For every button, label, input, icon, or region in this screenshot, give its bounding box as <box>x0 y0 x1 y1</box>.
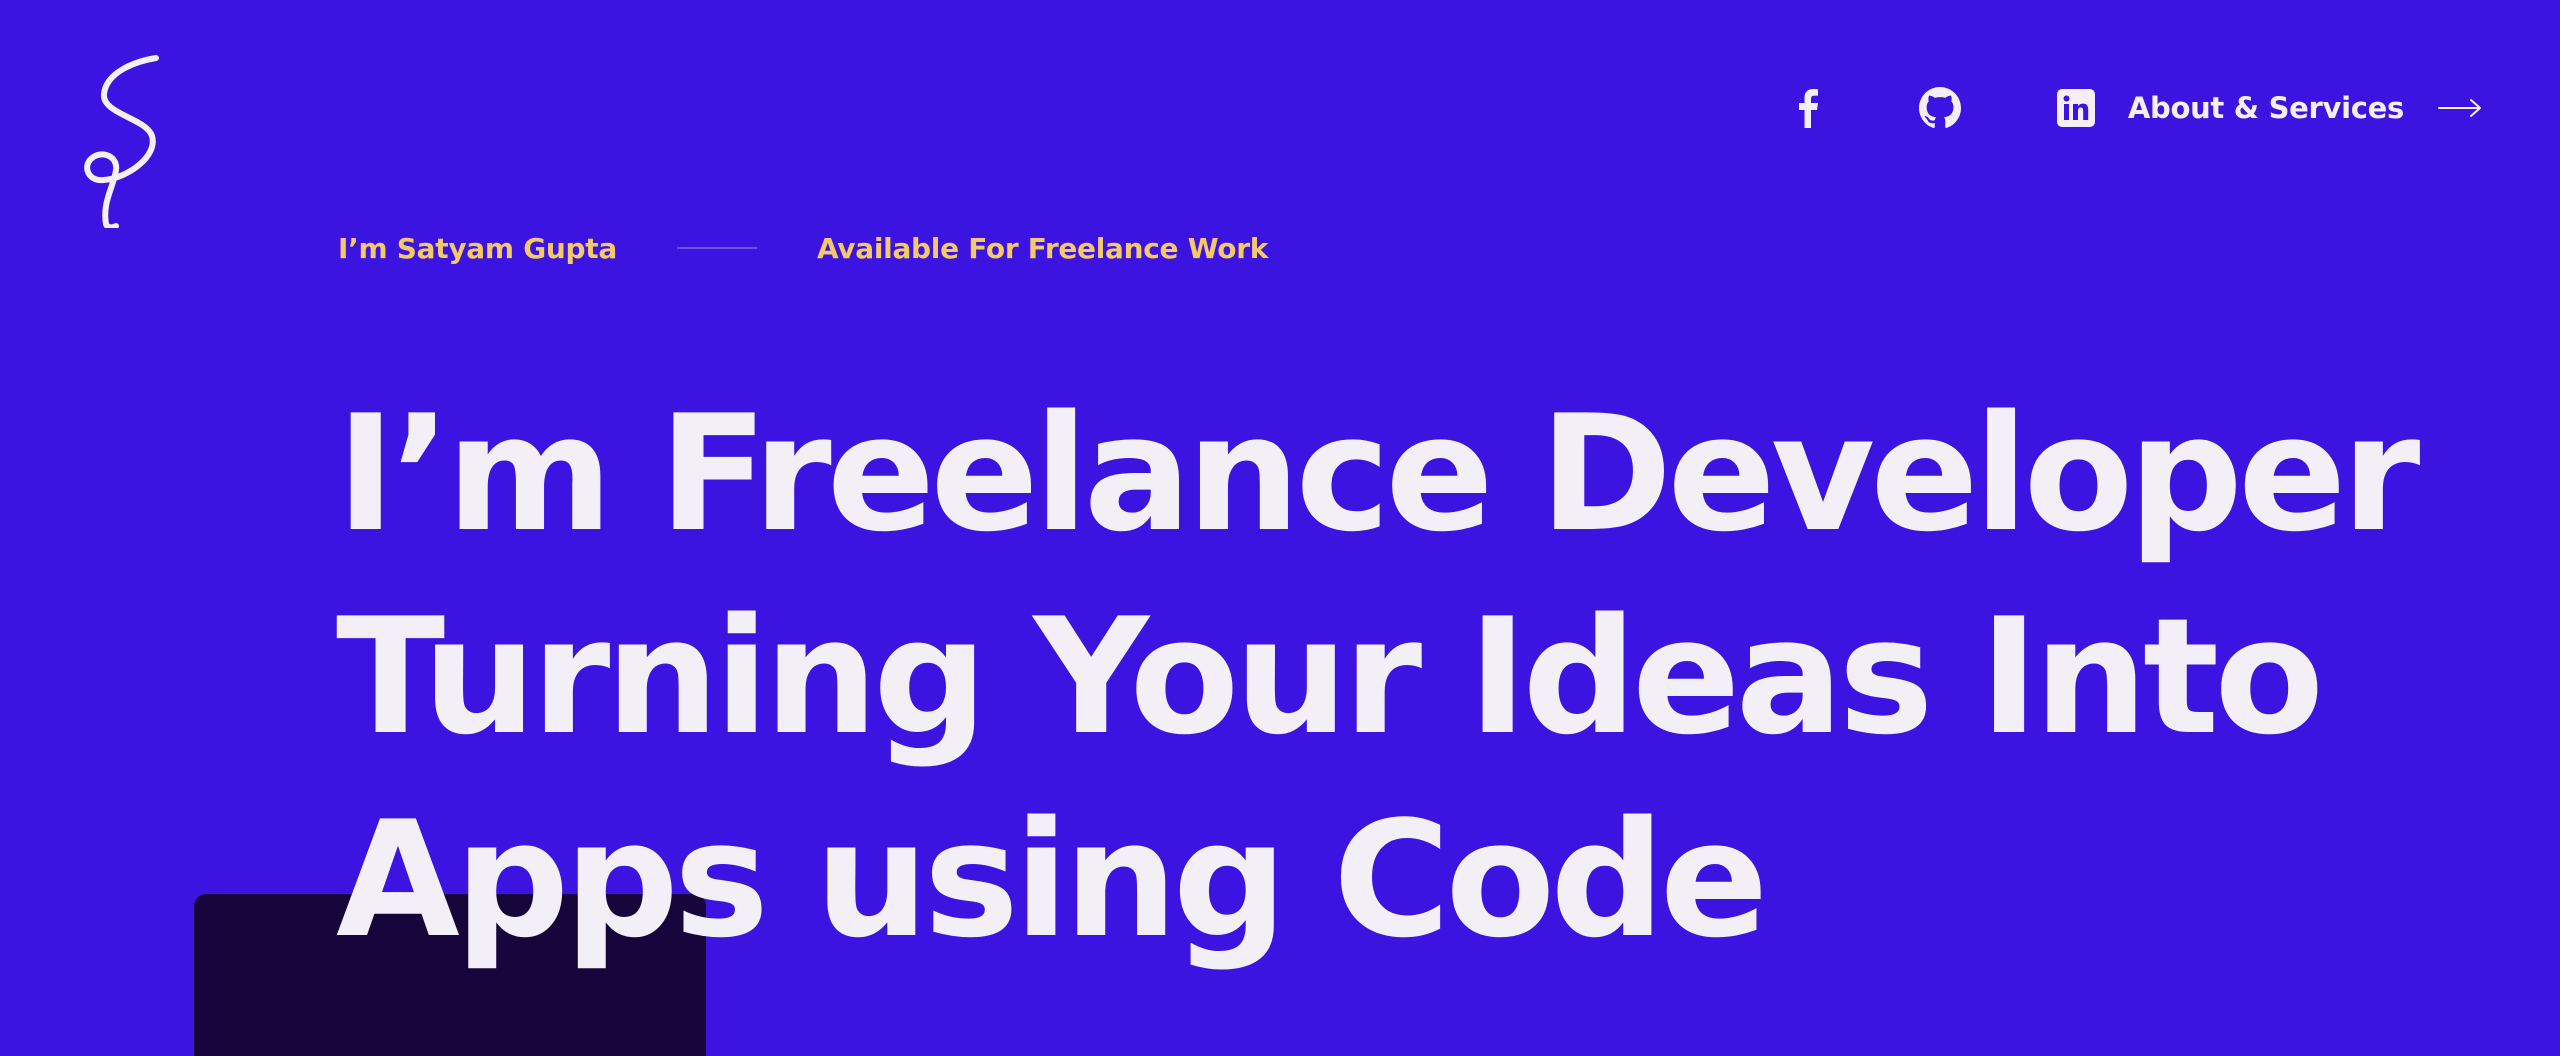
intro-row: I’m Satyam Gupta Available For Freelance… <box>338 228 1268 268</box>
availability-label: Available For Freelance Work <box>816 231 1269 265</box>
facebook-icon[interactable] <box>1786 86 1830 130</box>
linkedin-icon[interactable] <box>2054 86 2098 130</box>
hero-line-3: Apps using Code <box>336 786 1768 973</box>
intro-name: I’m Satyam Gupta <box>338 231 617 265</box>
arrow-right-icon[interactable] <box>2438 98 2482 118</box>
about-services-link[interactable]: About & Services <box>2128 91 2404 125</box>
hero-headline: I’m Freelance Developer Turning Your Ide… <box>336 372 2436 981</box>
hero-page: About & Services I’m Satyam Gupta Availa… <box>0 0 2560 1056</box>
github-icon[interactable] <box>1918 86 1962 130</box>
hero-line-2: Turning Your Ideas Into <box>336 583 2324 770</box>
signature-logo-icon[interactable] <box>76 52 166 228</box>
intro-divider <box>676 247 757 249</box>
hero-line-1: I’m Freelance Developer <box>336 380 2420 567</box>
top-nav: About & Services <box>1786 78 2482 138</box>
